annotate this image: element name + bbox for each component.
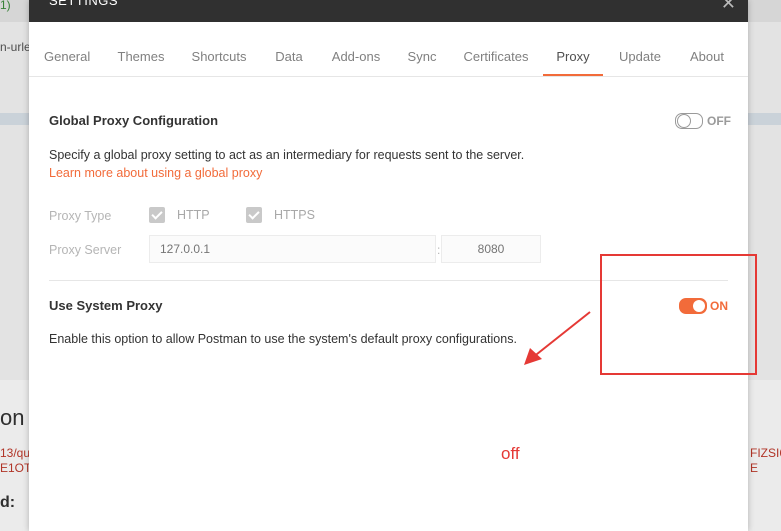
- tab-sync[interactable]: Sync: [407, 40, 437, 74]
- global-proxy-title: Global Proxy Configuration: [49, 113, 219, 128]
- proxy-server-label: Proxy Server: [49, 243, 122, 257]
- annotation-arrow-icon: [524, 311, 591, 365]
- tab-about[interactable]: About: [687, 40, 727, 74]
- tab-themes[interactable]: Themes: [116, 40, 166, 74]
- tab-certificates[interactable]: Certificates: [463, 40, 529, 74]
- http-checkbox-label: HTTP: [177, 208, 210, 222]
- tab-data[interactable]: Data: [274, 40, 304, 74]
- global-proxy-toggle-label: OFF: [707, 114, 731, 128]
- annotation-highlight-box: [600, 254, 757, 375]
- proxy-server-port-input[interactable]: [441, 235, 541, 263]
- global-proxy-toggle[interactable]: [675, 113, 703, 129]
- annotation-text: off: [501, 444, 520, 463]
- system-proxy-title: Use System Proxy: [49, 298, 163, 313]
- settings-tabs: General Themes Shortcuts Data Add-ons Sy…: [29, 40, 748, 77]
- global-proxy-toggle-knob: [677, 114, 691, 128]
- global-proxy-description: Specify a global proxy setting to act as…: [49, 148, 525, 162]
- https-checkbox-label: HTTPS: [274, 208, 315, 222]
- close-icon[interactable]: ✕: [721, 0, 736, 12]
- proxy-type-label: Proxy Type: [49, 209, 112, 223]
- host-port-separator: :: [437, 243, 441, 257]
- tab-proxy[interactable]: Proxy: [543, 40, 603, 76]
- tab-shortcuts[interactable]: Shortcuts: [191, 40, 247, 74]
- proxy-server-host-input[interactable]: [149, 235, 436, 263]
- modal-header: SETTINGS ✕: [29, 0, 748, 22]
- system-proxy-description: Enable this option to allow Postman to u…: [49, 332, 517, 346]
- http-checkbox[interactable]: [149, 207, 165, 223]
- tab-general[interactable]: General: [44, 40, 90, 74]
- tab-update[interactable]: Update: [617, 40, 663, 74]
- tab-add-ons[interactable]: Add-ons: [331, 40, 381, 74]
- modal-title: SETTINGS: [49, 0, 119, 8]
- https-checkbox[interactable]: [246, 207, 262, 223]
- global-proxy-learn-more-link[interactable]: Learn more about using a global proxy: [49, 166, 262, 180]
